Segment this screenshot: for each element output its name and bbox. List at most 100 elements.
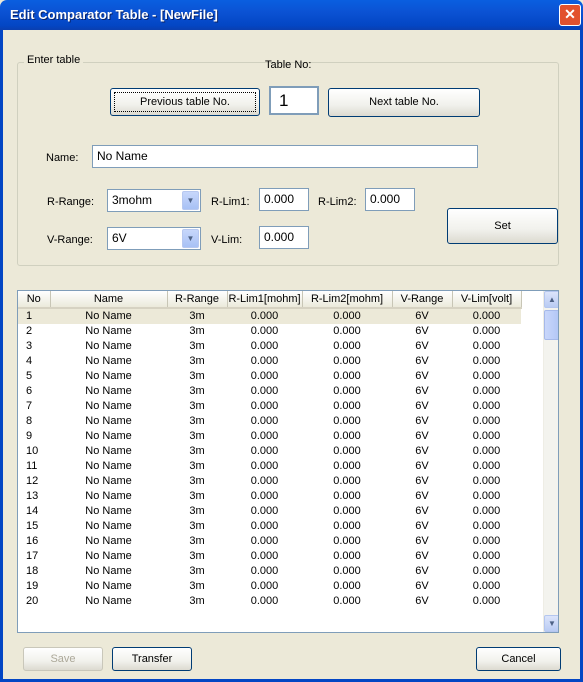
table-cell: 6V bbox=[415, 550, 429, 562]
table-row[interactable]: 3 No Name 3m 0.000 0.000 6V 0.000 bbox=[18, 339, 521, 354]
table-row[interactable]: 17 No Name 3m 0.000 0.000 6V 0.000 bbox=[18, 549, 521, 564]
table-row[interactable]: 7 No Name 3m 0.000 0.000 6V 0.000 bbox=[18, 399, 521, 414]
v-lim-field[interactable]: 0.000 bbox=[259, 226, 309, 249]
table-cell: 0.000 bbox=[333, 430, 361, 442]
table-cell: 3m bbox=[189, 520, 205, 532]
r-range-dropdown[interactable]: 3mohm ▼ bbox=[107, 189, 201, 212]
table-row[interactable]: 14 No Name 3m 0.000 0.000 6V 0.000 bbox=[18, 504, 521, 519]
cancel-button[interactable]: Cancel bbox=[476, 647, 561, 671]
table-row[interactable]: 5 No Name 3m 0.000 0.000 6V 0.000 bbox=[18, 369, 521, 384]
table-cell: 0.000 bbox=[250, 460, 279, 472]
table-cell: 6V bbox=[415, 430, 429, 442]
table-row[interactable]: 20 No Name 3m 0.000 0.000 6V 0.000 bbox=[18, 594, 521, 609]
table-cell: 0.000 bbox=[250, 370, 279, 382]
table-cell: 0.000 bbox=[333, 355, 361, 367]
scroll-thumb[interactable] bbox=[544, 310, 558, 340]
table-row[interactable]: 16 No Name 3m 0.000 0.000 6V 0.000 bbox=[18, 534, 521, 549]
table-cell: 0.000 bbox=[472, 385, 501, 397]
table-cell: No Name bbox=[85, 475, 132, 487]
table-cell: 3m bbox=[189, 340, 205, 352]
table-row[interactable]: 18 No Name 3m 0.000 0.000 6V 0.000 bbox=[18, 564, 521, 579]
table-cell: 0.000 bbox=[250, 385, 279, 397]
table-cell: 0.000 bbox=[250, 325, 279, 337]
table-row[interactable]: 6 No Name 3m 0.000 0.000 6V 0.000 bbox=[18, 384, 521, 399]
next-table-button[interactable]: Next table No. bbox=[328, 88, 480, 117]
table-cell: 0.000 bbox=[472, 355, 501, 367]
table-cell: 0.000 bbox=[250, 565, 279, 577]
name-field[interactable]: No Name bbox=[92, 145, 478, 168]
table-cell: 6V bbox=[415, 400, 429, 412]
table-cell: No Name bbox=[85, 460, 132, 472]
r-range-label: R-Range: bbox=[47, 196, 95, 208]
r-lim2-label: R-Lim2: bbox=[318, 196, 357, 208]
table-row[interactable]: 8 No Name 3m 0.000 0.000 6V 0.000 bbox=[18, 414, 521, 429]
table-cell: 0.000 bbox=[333, 595, 361, 607]
table-cell: 3m bbox=[167, 308, 227, 324]
table-cell: 19 bbox=[26, 580, 39, 592]
table-cell: 0.000 bbox=[250, 505, 279, 517]
table-cell: No Name bbox=[85, 430, 132, 442]
table-cell: 0.000 bbox=[333, 505, 361, 517]
table-cell: 0.000 bbox=[452, 308, 521, 324]
table-cell: 11 bbox=[26, 460, 38, 472]
table-cell: 0.000 bbox=[250, 430, 279, 442]
scroll-down-icon[interactable]: ▼ bbox=[544, 615, 558, 632]
transfer-button[interactable]: Transfer bbox=[112, 647, 192, 671]
table-row[interactable]: 19 No Name 3m 0.000 0.000 6V 0.000 bbox=[18, 579, 521, 594]
column-header[interactable]: Name bbox=[50, 291, 168, 309]
table-cell: No Name bbox=[85, 505, 132, 517]
table-cell: 12 bbox=[26, 475, 39, 487]
table-cell: 6V bbox=[415, 340, 429, 352]
table-cell: 16 bbox=[26, 535, 39, 547]
table-cell: 6V bbox=[415, 595, 429, 607]
table-cell: 3m bbox=[189, 460, 205, 472]
chevron-down-icon[interactable]: ▼ bbox=[182, 229, 199, 248]
table-cell: 6V bbox=[415, 385, 429, 397]
table-cell: 0.000 bbox=[472, 400, 501, 412]
table-cell: 0.000 bbox=[333, 460, 361, 472]
table-cell: 3m bbox=[189, 535, 205, 547]
table-cell: 3m bbox=[189, 400, 205, 412]
column-header[interactable]: V-Range bbox=[392, 291, 453, 309]
table-row[interactable]: 9 No Name 3m 0.000 0.000 6V 0.000 bbox=[18, 429, 521, 444]
column-header[interactable]: No bbox=[18, 291, 51, 309]
table-row[interactable]: 2 No Name 3m 0.000 0.000 6V 0.000 bbox=[18, 324, 521, 339]
table-cell: 6V bbox=[415, 475, 429, 487]
previous-table-button[interactable]: Previous table No. bbox=[110, 88, 260, 116]
table-cell: 6V bbox=[415, 505, 429, 517]
column-header[interactable]: V-Lim[volt] bbox=[452, 291, 522, 309]
r-lim1-field[interactable]: 0.000 bbox=[259, 188, 309, 211]
table-cell: No Name bbox=[50, 308, 167, 324]
enter-table-group-label: Enter table bbox=[24, 54, 84, 66]
table-row[interactable]: 12 No Name 3m 0.000 0.000 6V 0.000 bbox=[18, 474, 521, 489]
v-range-dropdown[interactable]: 6V ▼ bbox=[107, 227, 201, 250]
table-row[interactable]: 1 No Name 3m 0.000 0.000 6V 0.000 bbox=[18, 308, 521, 324]
vertical-scrollbar[interactable]: ▲ ▼ bbox=[543, 291, 558, 632]
chevron-down-icon[interactable]: ▼ bbox=[182, 191, 199, 210]
table-cell: 6V bbox=[415, 535, 429, 547]
table-row[interactable]: 4 No Name 3m 0.000 0.000 6V 0.000 bbox=[18, 354, 521, 369]
column-header[interactable]: R-Range bbox=[167, 291, 228, 309]
table-cell: 0.000 bbox=[472, 490, 501, 502]
scroll-up-icon[interactable]: ▲ bbox=[544, 291, 558, 308]
table-cell: 6V bbox=[415, 415, 429, 427]
save-button[interactable]: Save bbox=[23, 647, 103, 671]
table-row[interactable]: 10 No Name 3m 0.000 0.000 6V 0.000 bbox=[18, 444, 521, 459]
table-cell: 0.000 bbox=[333, 520, 361, 532]
close-icon[interactable]: ✕ bbox=[559, 4, 581, 26]
table-row[interactable]: 13 No Name 3m 0.000 0.000 6V 0.000 bbox=[18, 489, 521, 504]
table-cell: 3m bbox=[189, 595, 205, 607]
table-cell: 6V bbox=[415, 580, 429, 592]
r-lim2-field[interactable]: 0.000 bbox=[365, 188, 415, 211]
comparator-table[interactable]: No Name R-Range R-Lim1[mohm] R-Lim2[mohm] V-R… bbox=[17, 290, 559, 633]
column-header[interactable]: R-Lim2[mohm] bbox=[302, 291, 393, 309]
table-cell: 15 bbox=[26, 520, 39, 532]
table-cell: 0.000 bbox=[333, 385, 361, 397]
table-cell: No Name bbox=[85, 490, 132, 502]
table-row[interactable]: 15 No Name 3m 0.000 0.000 6V 0.000 bbox=[18, 519, 521, 534]
table-row[interactable]: 11 No Name 3m 0.000 0.000 6V 0.000 bbox=[18, 459, 521, 474]
table-cell: 0.000 bbox=[472, 430, 501, 442]
column-header[interactable]: R-Lim1[mohm] bbox=[227, 291, 303, 309]
table-no-field[interactable]: 1 bbox=[269, 86, 319, 115]
set-button[interactable]: Set bbox=[447, 208, 558, 244]
